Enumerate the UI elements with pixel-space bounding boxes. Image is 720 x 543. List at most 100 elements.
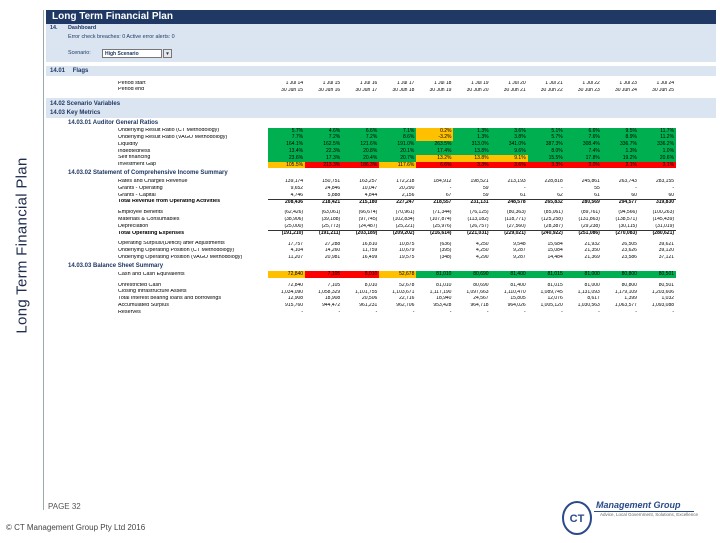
scenario-variables-header: 14.02 Scenario Variables 14.03 Key Metri… (46, 97, 716, 118)
table-cell: (70,961) (395, 210, 415, 216)
table-cell: - (412, 310, 415, 316)
table-cell: 20.8% (342, 147, 380, 155)
table-cell: 18,908 (324, 296, 341, 302)
table-cell: 27,288 (324, 241, 341, 247)
table-cell: 39,621 (658, 241, 675, 247)
page-number: PAGE 32 (48, 502, 81, 511)
table-cell: - (449, 310, 452, 316)
table-cell: 13.8% (453, 147, 491, 155)
table-cell: 5,888 (327, 192, 341, 198)
table-row: Grants - Capital 4,746 5,888 4,844 2,156 67 59… (46, 192, 716, 199)
table-cell: 16,810 (361, 241, 378, 247)
table-cell: 4,250 (476, 241, 489, 247)
table-cell: 11,759 (362, 248, 378, 254)
table-row: Accumulated Surplus 915,760 944,472 961,231… (46, 302, 716, 309)
table-row: Depreciation (25,000) (25,773) (24,487) (25,… (46, 223, 716, 230)
row-label: Total Operating Expenses (118, 230, 185, 236)
table-cell: 215,180 (342, 199, 380, 205)
table-cell: 1 Jul 16 (359, 80, 378, 86)
table-cell: 184,912 (433, 179, 452, 185)
row-label: Closing Infrastructure Assets (118, 289, 187, 295)
table-cell: (24,487) (358, 224, 378, 230)
table-cell: (26,757) (469, 224, 489, 230)
table-cell: 341.0% (490, 141, 528, 148)
table-cell: - (338, 310, 341, 316)
row-label: Underlying Result Ratio (VAGO Methodolog… (118, 135, 228, 141)
table-row: Liquidity 164.1% 162.5% 121.6% 191.0% 263.5% 3… (46, 141, 716, 148)
table-cell: 30 Jun 22 (540, 87, 563, 93)
table-cell: 8.0% (527, 147, 565, 155)
row-label: Employee Benefits (118, 210, 163, 216)
table-cell: (71,344) (432, 210, 452, 216)
error-alerts: Error check breaches: 0 Active error ale… (68, 34, 175, 40)
income-summary-title: 14.03.02 Statement of Comprehensive Inco… (68, 170, 228, 177)
table-cell: 15,805 (510, 296, 526, 302)
table-row: Employee Benefits (62,426) (63,061) (66,674… (46, 210, 716, 217)
table-cell: 11.2% (638, 134, 677, 142)
scenario-variables-title: 14.02 Scenario Variables (50, 100, 121, 107)
table-cell: (28,387) (544, 224, 563, 230)
divider (43, 10, 44, 510)
table-row: Rates and Charges Revenue 139,174 150,751 1… (46, 178, 716, 185)
row-label: Underlying Operating Position (VAGO Meth… (118, 255, 243, 261)
table-cell: 280,569 (564, 199, 602, 205)
table-cell: 1,131,093 (577, 289, 600, 295)
table-cell: 10,047 (361, 186, 378, 192)
table-cell: 67 (445, 192, 452, 198)
table-cell: 14,260 (324, 248, 341, 254)
scenario-select[interactable]: High Scenario (102, 49, 162, 58)
table-cell: 1 Jul 14 (285, 80, 304, 86)
table-cell: 17,757 (287, 241, 304, 247)
chevron-down-icon[interactable]: ▾ (163, 49, 172, 58)
company-logo: CT Management Group Advice, Local Govern… (560, 498, 710, 538)
table-cell: (76,125) (469, 210, 489, 216)
table-cell: 1,093,088 (651, 303, 675, 309)
row-label: Indebtedness (118, 148, 151, 154)
table-cell: 8.9% (601, 134, 639, 142)
logo-tagline: Advice, Local Government, Solutions, Exc… (600, 512, 699, 517)
table-cell: 23.6% (268, 154, 306, 162)
flags-title: Flags (72, 68, 89, 74)
table-cell: - (449, 186, 452, 192)
table-cell: 313.0% (453, 141, 491, 148)
table-cell: 60 (631, 192, 637, 198)
table-cell: (229,021) (490, 230, 528, 236)
table-cell: (25,773) (321, 224, 341, 230)
row-label: Accumulated Surplus (118, 303, 169, 309)
table-cell: 81,010 (436, 282, 452, 288)
table-cell: - (561, 310, 563, 316)
table-cell: 308.4% (564, 141, 602, 148)
table-cell: 20,290 (399, 186, 415, 192)
table-cell: 198,521 (470, 179, 489, 185)
table-cell: 9,287 (513, 248, 526, 254)
table-cell: 17.3% (305, 154, 343, 162)
table-cell: 16,499 (361, 255, 378, 261)
table-cell: 13.2% (416, 154, 454, 162)
table-row: Self financing 23.6% 17.3% 20.4% 20.7% 13.2% 1… (46, 154, 716, 162)
table-cell: 22,716 (399, 296, 415, 302)
table-cell: 248,578 (490, 199, 528, 205)
table-cell: 23,586 (621, 255, 637, 261)
table-cell: 72,840 (287, 282, 304, 288)
table-cell: 15.5% (527, 154, 565, 162)
dashboard-title: Dashboard (68, 25, 97, 31)
table-cell: 37,121 (658, 255, 675, 261)
table-cell: 81,400 (490, 271, 528, 278)
table-cell: 1,103,671 (392, 289, 415, 295)
period-end-row: Period end 30 Jun 15 30 Jun 16 30 Jun 17 30 … (46, 87, 716, 94)
table-cell: 1 Jul 15 (322, 80, 341, 86)
table-cell: - (635, 310, 637, 316)
table-row: Indebtedness 13.4% 22.3% 20.8% 20.1% 17.4% 13.… (46, 147, 716, 155)
table-cell: 1,032 (661, 296, 675, 302)
table-cell: 1 Jul 23 (619, 80, 637, 86)
table-cell: 30 Jun 18 (392, 87, 415, 93)
table-cell: 1,089,745 (540, 289, 563, 295)
row-label: Self financing (118, 155, 151, 161)
table-row: Investment Gap 105.5% 213.3% 186.3% 117.6% 6.… (46, 161, 716, 169)
table-cell: 9.5% (601, 127, 639, 135)
table-cell: 80,800 (601, 271, 639, 278)
table-cell: 944,472 (322, 303, 341, 309)
table-cell: - (523, 310, 526, 316)
table-row: Underlying Operating Position (CT Method… (46, 248, 716, 255)
table-cell: 1 Jul 18 (433, 80, 452, 86)
